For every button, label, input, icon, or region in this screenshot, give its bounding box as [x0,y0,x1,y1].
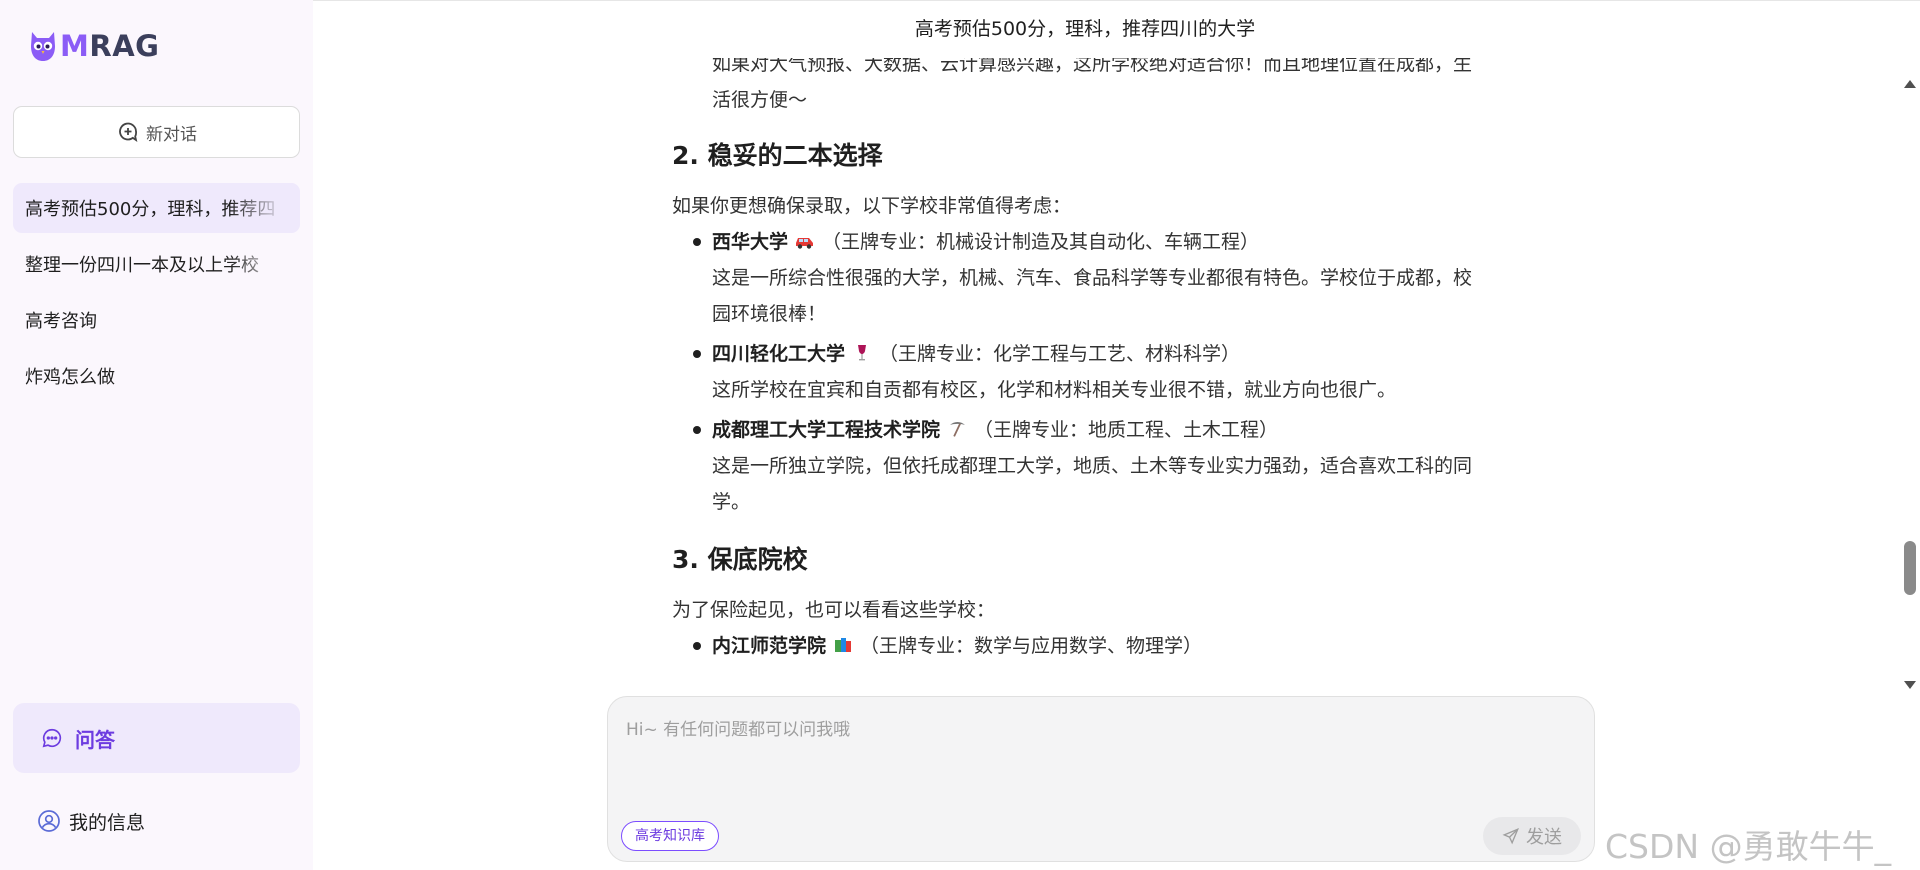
chat-title: 高考预估500分，理科，推荐四川的大学 [914,18,1256,40]
history-list: 高考预估500分，理科，推荐四川的大学 整理一份四川一本及以上学校 高考咨询 炸… [13,183,300,407]
school-desc: 这是一所独立学院，但依托成都理工大学，地质、土木等专业实力强劲，适合喜欢工科的同 [712,455,1473,477]
sidebar: MRAG 新对话 高考预估500分，理科，推荐四川的大学 整理一份四川一本及以上… [0,0,313,870]
send-icon [1502,827,1520,845]
school-name: 四川轻化工大学 [712,343,846,365]
send-label: 发送 [1526,827,1562,848]
new-chat-label: 新对话 [146,124,197,145]
new-chat-icon [119,122,138,142]
school-major: （王牌专业：数学与应用数学、物理学） [860,635,1203,657]
history-item[interactable]: 高考咨询 [13,295,300,345]
scroll-up-arrow[interactable] [1904,80,1916,88]
scroll-down-arrow[interactable] [1904,681,1916,689]
list-item: 四川轻化工大学 （王牌专业：化学工程与工艺、材料科学） 这所学校在宜宾和自贡都有校… [672,336,1532,408]
assistant-message: 如果对大气预报、大数据、云计算感兴趣，这所学校绝对适合你！而且地理位置在成都，生… [672,58,1532,664]
school-major: （王牌专业：地质工程、土木工程） [974,419,1279,441]
qa-label: 问答 [75,727,115,752]
school-major: （王牌专业：化学工程与工艺、材料科学） [879,343,1241,365]
school-name: 内江师范学院 [712,635,827,657]
school-desc: 学。 [712,491,751,513]
chat-input[interactable] [626,715,1566,805]
message-area: 如果对大气预报、大数据、云计算感兴趣，这所学校绝对适合你！而且地理位置在成都，生… [313,58,1903,692]
section-lead: 如果你更想确保录取，以下学校非常值得考虑： [672,195,1072,217]
logo-text-m: M [60,29,90,63]
school-name: 西华大学 [712,231,789,253]
car-icon [796,238,814,249]
pickaxe-icon [950,422,966,437]
intro-line: 如果对大气预报、大数据、云计算感兴趣，这所学校绝对适合你！而且地理位置在成都，生 [712,58,1473,75]
list-item: 成都理工大学工程技术学院 （王牌专业：地质工程、土木工程） 这是一所独立学院，但依… [672,412,1532,520]
school-desc: 这所学校在宜宾和自贡都有校区，化学和材料相关专业很不错，就业方向也很广。 [712,379,1397,401]
history-item-label: 整理一份四川一本及以上学校 [25,255,259,276]
owl-logo-icon [31,32,55,61]
books-icon [835,638,852,652]
logo-text: MRAG [60,28,159,64]
section-heading: 2. 稳妥的二本选择 [672,141,883,170]
history-item[interactable]: 炸鸡怎么做 [13,351,300,401]
school-desc: 这是一所综合性很强的大学，机械、汽车、食品科学等专业都很有特色。学校位于成都，校 [712,267,1473,289]
list-item: 西华大学 （王牌专业：机械设计制造及其自动化、车辆工程） 这是一所综合性很强的大学… [672,224,1532,332]
chat-input-box: 高考知识库 发送 [607,696,1595,862]
watermark: CSDN @勇敢牛牛_ [1605,827,1892,866]
history-item-label: 炸鸡怎么做 [25,367,115,388]
history-item[interactable]: 整理一份四川一本及以上学校 [13,239,300,289]
wine-glass-icon [858,345,867,361]
section-lead: 为了保险起见，也可以看看这些学校： [672,599,996,621]
user-icon [38,810,60,832]
logo: MRAG [28,28,159,64]
section-heading: 3. 保底院校 [672,545,808,574]
scrollbar-thumb[interactable] [1904,541,1916,595]
history-item-active[interactable]: 高考预估500分，理科，推荐四川的大学 [13,183,300,233]
school-name: 成都理工大学工程技术学院 [712,419,941,441]
my-info-label: 我的信息 [69,811,146,834]
logo-text-rest: RAG [89,29,160,63]
intro-line: 活很方便～ [712,89,808,111]
school-desc: 园环境很棒！ [712,303,827,325]
send-button[interactable]: 发送 [1483,817,1581,855]
chat-bubble-icon [42,728,62,748]
qa-nav-button[interactable]: 问答 [13,703,300,773]
history-item-label: 高考咨询 [25,311,97,332]
school-major: （王牌专业：机械设计制造及其自动化、车辆工程） [822,231,1260,253]
new-chat-button[interactable]: 新对话 [13,106,300,158]
knowledge-base-tag[interactable]: 高考知识库 [621,821,719,851]
my-info-nav[interactable]: 我的信息 [13,800,300,842]
list-item: 内江师范学院 （王牌专业：数学与应用数学、物理学） [672,628,1532,664]
